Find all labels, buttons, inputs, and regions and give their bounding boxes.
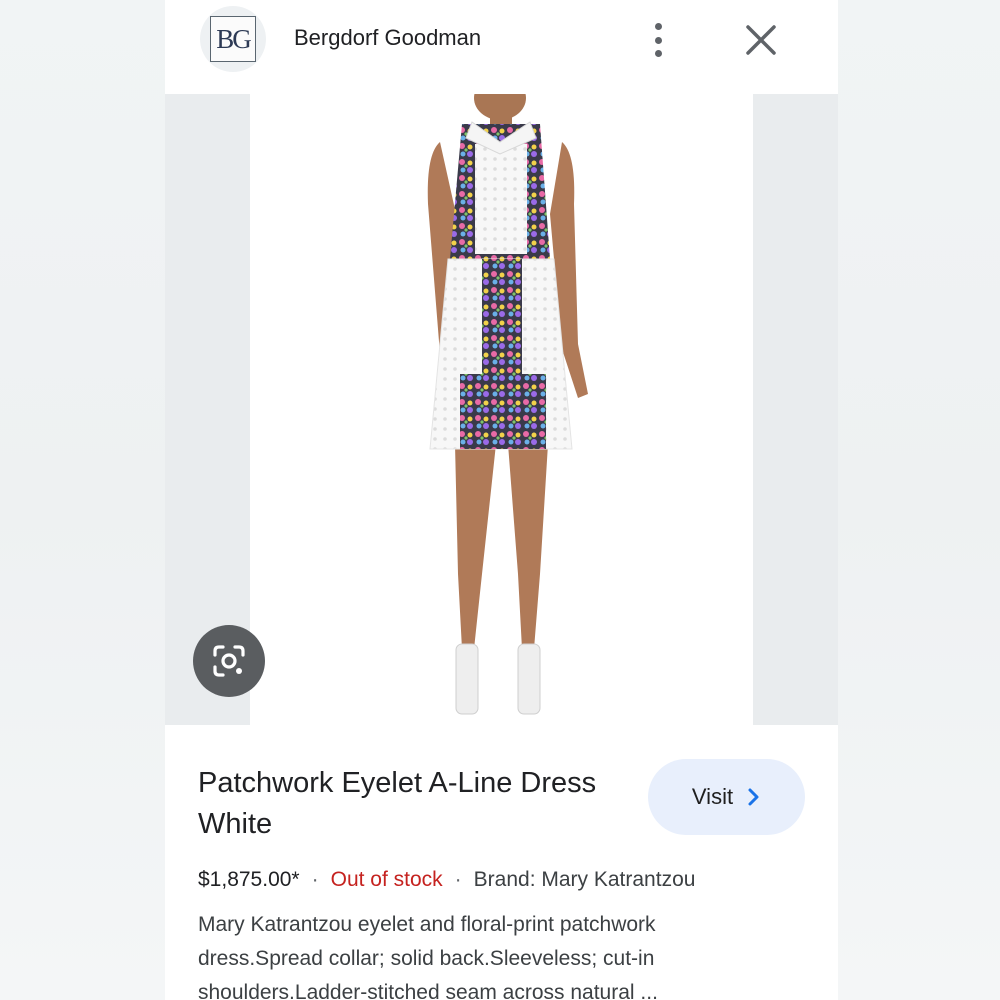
product-price: $1,875.00* — [198, 868, 300, 891]
product-image-area — [165, 76, 838, 725]
product-card: BG Bergdorf Goodman Patchwork Eyelet A-L… — [165, 0, 838, 1000]
stock-status: Out of stock — [330, 868, 443, 891]
product-brand: Brand: Mary Katrantzou — [473, 868, 696, 891]
product-title[interactable]: Patchwork Eyelet A-Line Dress White — [198, 763, 598, 845]
product-info: Patchwork Eyelet A-Line Dress White Visi… — [165, 725, 838, 1000]
product-image[interactable] — [250, 76, 753, 725]
card-header: BG Bergdorf Goodman — [165, 0, 838, 94]
separator-dot: · — [311, 868, 319, 891]
dress-illustration — [427, 76, 588, 715]
store-logo[interactable]: BG — [200, 6, 266, 72]
more-vert-icon[interactable] — [651, 20, 665, 60]
product-description: Mary Katrantzou eyelet and floral-print … — [198, 913, 658, 1000]
store-name[interactable]: Bergdorf Goodman — [294, 25, 481, 51]
visit-button-label: Visit — [691, 784, 734, 809]
separator-dot: · — [454, 868, 462, 891]
chevron-right-icon — [748, 788, 759, 806]
background-right — [838, 0, 1000, 1000]
google-lens-icon[interactable] — [193, 625, 265, 697]
visit-button[interactable]: Visit — [648, 759, 805, 835]
close-icon[interactable] — [743, 22, 779, 58]
product-meta: $1,875.00* · Out of stock · Brand: Mary Katr… — [198, 868, 695, 892]
store-logo-mark: BG — [210, 16, 256, 62]
background-left — [0, 0, 165, 1000]
